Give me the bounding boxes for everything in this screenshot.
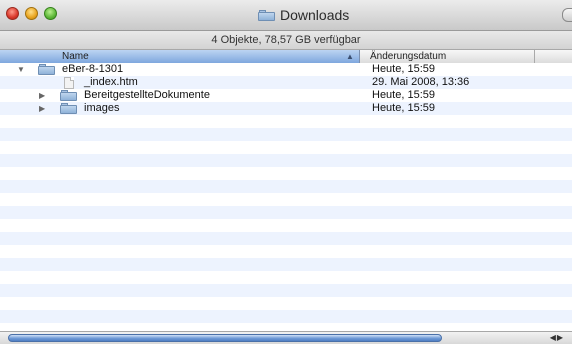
column-header-empty (535, 50, 572, 63)
folder-icon (38, 64, 55, 75)
item-name: _index.htm (84, 76, 138, 88)
toolbar-toggle-button[interactable] (562, 8, 572, 22)
column-header-name-label: Name (62, 51, 89, 62)
column-header-date[interactable]: Änderungsdatum (360, 50, 535, 63)
scroll-arrows-icon[interactable]: ◀▶ (550, 333, 564, 342)
row-stripe (0, 154, 572, 167)
row-stripe (0, 128, 572, 141)
document-icon (64, 77, 74, 89)
folder-icon (60, 90, 77, 101)
file-list[interactable]: ▼ eBer-8-1301 Heute, 15:59 _index.htm 29. Ma… (0, 63, 572, 331)
close-button[interactable] (6, 7, 19, 20)
scrollbar-thumb[interactable] (8, 334, 442, 342)
zoom-button[interactable] (44, 7, 57, 20)
item-date: 29. Mai 2008, 13:36 (372, 76, 470, 88)
folder-icon (258, 9, 275, 21)
row-stripe (0, 310, 572, 323)
column-header-date-label: Änderungsdatum (370, 51, 447, 62)
column-header-bar: Name ▲ Änderungsdatum (0, 50, 572, 63)
column-header-name[interactable]: Name ▲ (0, 50, 360, 63)
window-title-text: Downloads (280, 7, 350, 23)
disclosure-collapsed-icon[interactable]: ▶ (39, 89, 45, 102)
item-date: Heute, 15:59 (372, 102, 435, 114)
item-name: BereitgestellteDokumente (84, 89, 210, 101)
disclosure-expanded-icon[interactable]: ▼ (17, 63, 25, 76)
item-date: Heute, 15:59 (372, 63, 435, 75)
item-name: images (84, 102, 120, 114)
minimize-button[interactable] (25, 7, 38, 20)
row-stripe (0, 232, 572, 245)
list-item[interactable]: _index.htm 29. Mai 2008, 13:36 (0, 76, 572, 89)
row-stripe (0, 180, 572, 193)
row-stripe (0, 258, 572, 271)
row-stripe (0, 284, 572, 297)
list-item[interactable]: ▶ BereitgestellteDokumente Heute, 15:59 (0, 89, 572, 102)
folder-icon (60, 103, 77, 114)
status-bar: 4 Objekte, 78,57 GB verfügbar (0, 31, 572, 50)
title-bar: Downloads (0, 0, 572, 31)
horizontal-scrollbar[interactable]: ◀▶ (0, 331, 572, 344)
window-title: Downloads (258, 7, 349, 23)
disclosure-collapsed-icon[interactable]: ▶ (39, 102, 45, 115)
item-name: eBer-8-1301 (62, 63, 124, 75)
row-stripe (0, 206, 572, 219)
item-date: Heute, 15:59 (372, 89, 435, 101)
list-item[interactable]: ▶ images Heute, 15:59 (0, 102, 572, 115)
sort-ascending-icon: ▲ (346, 52, 354, 61)
list-item[interactable]: ▼ eBer-8-1301 Heute, 15:59 (0, 63, 572, 76)
